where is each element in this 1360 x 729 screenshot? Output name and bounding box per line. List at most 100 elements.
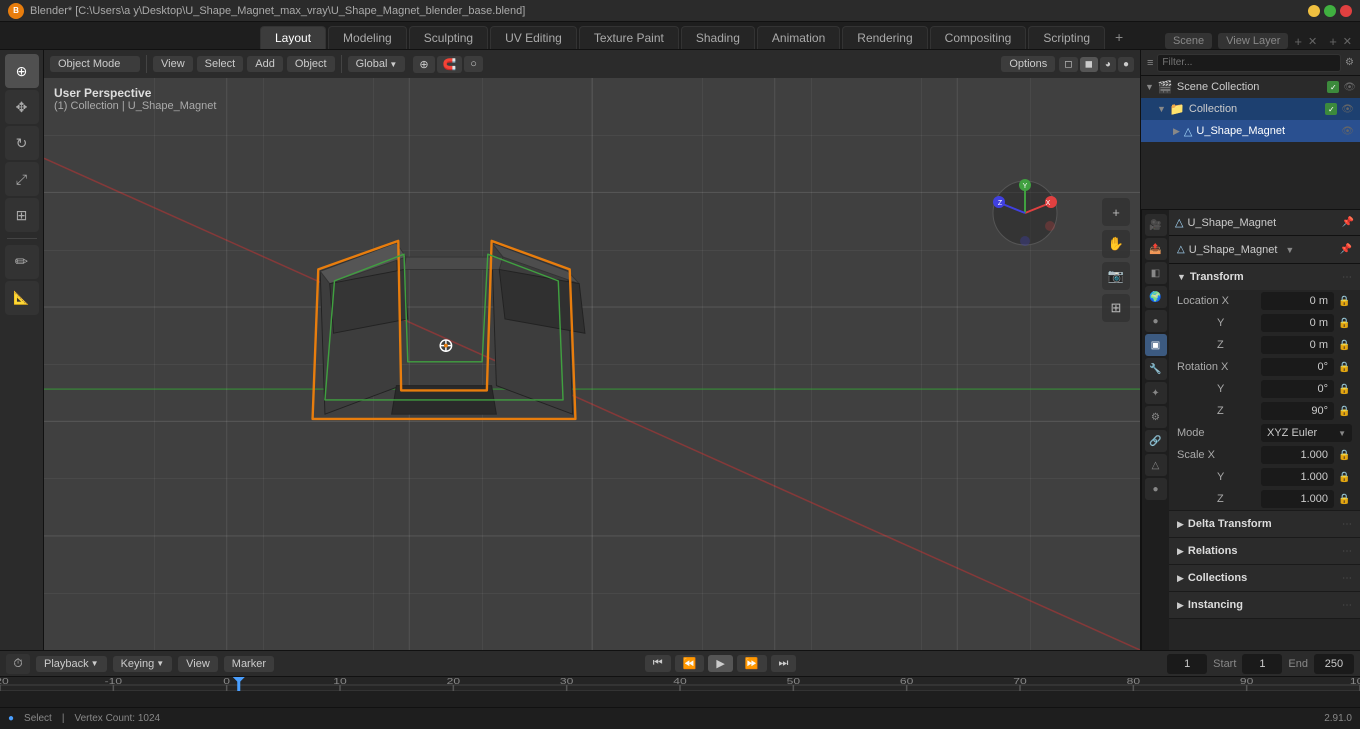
cursor-tool[interactable]: ⊕ [5, 54, 39, 88]
location-x-value[interactable]: 0 m [1261, 292, 1334, 310]
jump-start-button[interactable]: ⏮ [645, 655, 671, 672]
rotation-x-value[interactable]: 0° [1261, 358, 1334, 376]
constraints-props-icon[interactable]: 🔗 [1145, 430, 1167, 452]
relations-header[interactable]: ▶ Relations ⋯ [1169, 538, 1360, 564]
view-menu[interactable]: View [153, 56, 193, 72]
scene-selector[interactable]: Scene [1165, 33, 1212, 49]
proportional-edit[interactable]: ○ [464, 56, 483, 72]
timeline-view-menu[interactable]: View [178, 656, 218, 672]
scene-collection-row[interactable]: ▼ 🎬 Scene Collection ✓ 👁 [1141, 76, 1360, 98]
timeline-icon[interactable]: ⏱ [6, 654, 30, 674]
view-layer-add[interactable]: + [1329, 34, 1337, 49]
rotation-y-value[interactable]: 0° [1261, 380, 1334, 398]
object-eye[interactable]: 👁 [1341, 126, 1354, 137]
view-layer-props-icon[interactable]: ◧ [1145, 262, 1167, 284]
transform-space[interactable]: Global ▼ [348, 56, 406, 72]
add-workspace-button[interactable]: + [1107, 25, 1131, 49]
location-z-value[interactable]: 0 m [1261, 336, 1334, 354]
physics-props-icon[interactable]: ⚙ [1145, 406, 1167, 428]
rotation-mode-dropdown[interactable]: XYZ Euler ▼ [1261, 424, 1352, 442]
zoom-in-button[interactable]: + [1102, 198, 1130, 226]
next-frame-button[interactable]: ⏩ [737, 655, 767, 672]
rotation-y-lock[interactable]: 🔒 [1338, 384, 1352, 395]
add-menu[interactable]: Add [247, 56, 283, 72]
rotation-z-value[interactable]: 90° [1261, 402, 1334, 420]
viewport-scene[interactable]: User Perspective (1) Collection | U_Shap… [44, 78, 1140, 650]
location-x-lock[interactable]: 🔒 [1338, 296, 1352, 307]
tab-scripting[interactable]: Scripting [1028, 26, 1105, 49]
tab-compositing[interactable]: Compositing [930, 26, 1027, 49]
instancing-options[interactable]: ⋯ [1342, 600, 1352, 611]
relations-options[interactable]: ⋯ [1342, 546, 1352, 557]
location-z-lock[interactable]: 🔒 [1338, 340, 1352, 351]
end-frame[interactable]: 250 [1314, 654, 1354, 674]
close-button[interactable] [1340, 5, 1352, 17]
location-y-lock[interactable]: 🔒 [1338, 318, 1352, 329]
tab-shading[interactable]: Shading [681, 26, 755, 49]
pin-icon[interactable]: 📌 [1342, 217, 1354, 228]
transform-tool[interactable]: ⊞ [5, 198, 39, 232]
add-scene-button[interactable]: + [1294, 34, 1302, 49]
timeline-body[interactable]: -20 -10 0 10 20 30 40 50 60 [0, 677, 1360, 707]
scale-z-lock[interactable]: 🔒 [1338, 494, 1352, 505]
wireframe-shading[interactable]: ◻ [1059, 57, 1077, 72]
pan-button[interactable]: ✋ [1102, 230, 1130, 258]
material-props-icon[interactable]: ● [1145, 478, 1167, 500]
blender-logo[interactable]: B [8, 3, 24, 19]
pivot-point[interactable]: ⊕ [413, 56, 434, 73]
solid-shading[interactable]: ◼ [1080, 57, 1098, 72]
measure-tool[interactable]: 📐 [5, 281, 39, 315]
data-dropdown-chevron[interactable]: ▼ [1285, 245, 1294, 255]
jump-end-button[interactable]: ⏭ [771, 655, 797, 672]
camera-button[interactable]: 📷 [1102, 262, 1130, 290]
particles-props-icon[interactable]: ✦ [1145, 382, 1167, 404]
collection-eye[interactable]: 👁 [1341, 104, 1354, 115]
marker-menu[interactable]: Marker [224, 656, 274, 672]
scene-props-icon[interactable]: 🌍 [1145, 286, 1167, 308]
scene-eye[interactable]: 👁 [1343, 82, 1356, 93]
select-menu[interactable]: Select [197, 56, 244, 72]
scale-y-lock[interactable]: 🔒 [1338, 472, 1352, 483]
tab-sculpting[interactable]: Sculpting [409, 26, 488, 49]
scale-z-value[interactable]: 1.000 [1261, 490, 1334, 508]
transform-header[interactable]: ▼ Transform ⋯ [1169, 264, 1360, 290]
transform-options[interactable]: ⋯ [1342, 272, 1352, 283]
tab-texture-paint[interactable]: Texture Paint [579, 26, 679, 49]
annotate-tool[interactable]: ✏ [5, 245, 39, 279]
object-props-icon[interactable]: ▣ [1145, 334, 1167, 356]
snap-toggle[interactable]: 🧲 [437, 56, 463, 73]
location-y-value[interactable]: 0 m [1261, 314, 1334, 332]
tab-layout[interactable]: Layout [260, 26, 326, 49]
current-frame[interactable]: 1 [1167, 654, 1207, 674]
view-layer-selector[interactable]: View Layer [1218, 33, 1288, 49]
object-row[interactable]: ▶ △ U_Shape_Magnet 👁 [1141, 120, 1360, 142]
scale-tool[interactable]: ⤢ [5, 162, 39, 196]
move-tool[interactable]: ✥ [5, 90, 39, 124]
data-props-icon[interactable]: △ [1145, 454, 1167, 476]
tab-uv-editing[interactable]: UV Editing [490, 26, 577, 49]
instancing-header[interactable]: ▶ Instancing ⋯ [1169, 592, 1360, 618]
output-props-icon[interactable]: 📤 [1145, 238, 1167, 260]
grid-button[interactable]: ⊞ [1102, 294, 1130, 322]
delta-transform-header[interactable]: ▶ Delta Transform ⋯ [1169, 511, 1360, 537]
tab-modeling[interactable]: Modeling [328, 26, 407, 49]
collection-row[interactable]: ▼ 📁 Collection ✓ 👁 [1141, 98, 1360, 120]
rotate-tool[interactable]: ↻ [5, 126, 39, 160]
scene-options[interactable]: ✕ [1308, 35, 1317, 48]
render-props-icon[interactable]: 🎥 [1145, 214, 1167, 236]
outliner-options[interactable]: ⚙ [1345, 57, 1354, 68]
tab-rendering[interactable]: Rendering [842, 26, 927, 49]
view-layer-options[interactable]: ✕ [1343, 35, 1352, 48]
start-frame[interactable]: 1 [1242, 654, 1282, 674]
axis-gizmo[interactable]: X Y Z [990, 178, 1060, 248]
modifier-props-icon[interactable]: 🔧 [1145, 358, 1167, 380]
playback-menu[interactable]: Playback ▼ [36, 656, 107, 672]
keying-menu[interactable]: Keying ▼ [113, 656, 173, 672]
rotation-z-lock[interactable]: 🔒 [1338, 406, 1352, 417]
play-button[interactable]: ▶ [708, 655, 732, 672]
object-mode-button[interactable]: Object Mode [50, 56, 140, 72]
collections-header[interactable]: ▶ Collections ⋯ [1169, 565, 1360, 591]
rendered-shading[interactable]: ● [1118, 57, 1134, 72]
delta-options[interactable]: ⋯ [1342, 519, 1352, 530]
data-pin[interactable]: 📌 [1340, 244, 1352, 255]
